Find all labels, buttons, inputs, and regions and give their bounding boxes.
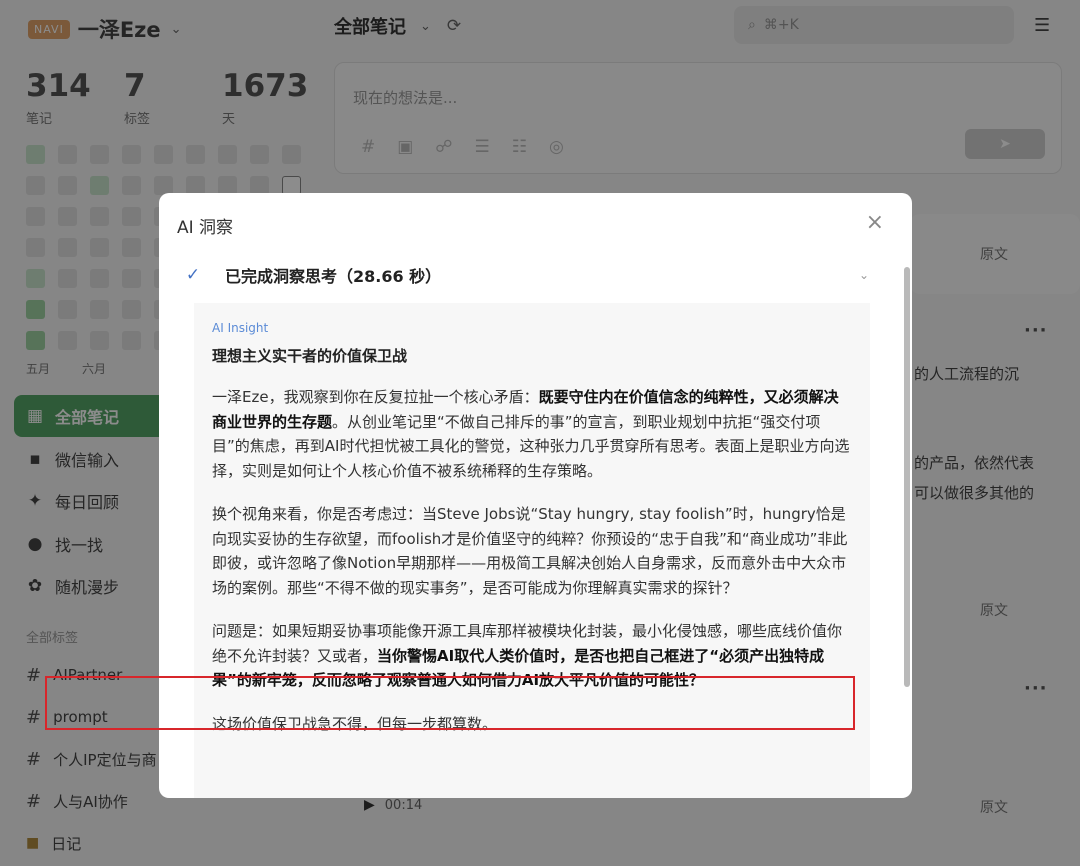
- check-icon: ✓: [185, 265, 201, 285]
- insight-paragraph: 换个视角来看，你是否考虑过：当Steve Jobs说“Stay hungry, …: [212, 505, 848, 597]
- insight-status[interactable]: ✓ 已完成洞察思考（28.66 秒） ⌄: [179, 255, 869, 295]
- insight-heading: 理想主义实干者的价值保卫战: [212, 347, 408, 365]
- status-text: 已完成洞察思考（28.66 秒）: [225, 267, 442, 286]
- close-icon[interactable]: ×: [866, 211, 884, 235]
- text-run: 一泽Eze，我观察到你在反复拉扯一个核心矛盾：: [212, 388, 539, 406]
- insight-paragraph: 一泽Eze，我观察到你在反复拉扯一个核心矛盾：既要守住内在价值信念的纯粹性，又必…: [212, 385, 852, 483]
- highlight-annotation-box: [45, 676, 855, 730]
- modal-title: AI 洞察: [177, 218, 234, 238]
- insight-tag: AI Insight: [212, 321, 269, 335]
- scrollbar[interactable]: [904, 267, 910, 687]
- chevron-down-icon[interactable]: ⌄: [859, 268, 869, 282]
